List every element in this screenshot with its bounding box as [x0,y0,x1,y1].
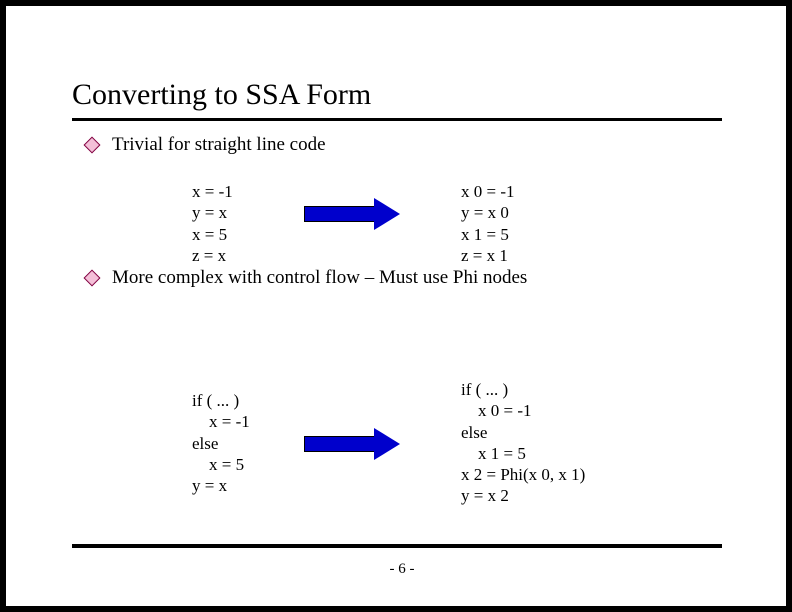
code-left-2: if ( ... ) x = -1 else x = 5 y = x [192,390,250,496]
arrow-head-icon [374,428,400,460]
diamond-bullet-icon [84,270,101,287]
bullet-1: Trivial for straight line code [86,134,326,156]
title-rule [72,118,722,121]
arrow-shaft [304,436,374,452]
bottom-rule [72,544,722,548]
code-right-2: if ( ... ) x 0 = -1 else x 1 = 5 x 2 = P… [461,379,585,507]
bullet-1-text: Trivial for straight line code [112,134,326,156]
code-right-1: x 0 = -1 y = x 0 x 1 = 5 z = x 1 [461,181,515,266]
page-number: - 6 - [6,561,792,578]
arrow-shaft [304,206,374,222]
bullet-2: More complex with control flow – Must us… [86,267,527,289]
slide: Converting to SSA Form Trivial for strai… [6,6,786,606]
bullet-2-text: More complex with control flow – Must us… [112,267,527,289]
page-title: Converting to SSA Form [72,78,371,112]
arrow-2 [304,428,400,460]
diamond-bullet-icon [84,137,101,154]
arrow-head-icon [374,198,400,230]
arrow-1 [304,198,400,230]
code-left-1: x = -1 y = x x = 5 z = x [192,181,233,266]
